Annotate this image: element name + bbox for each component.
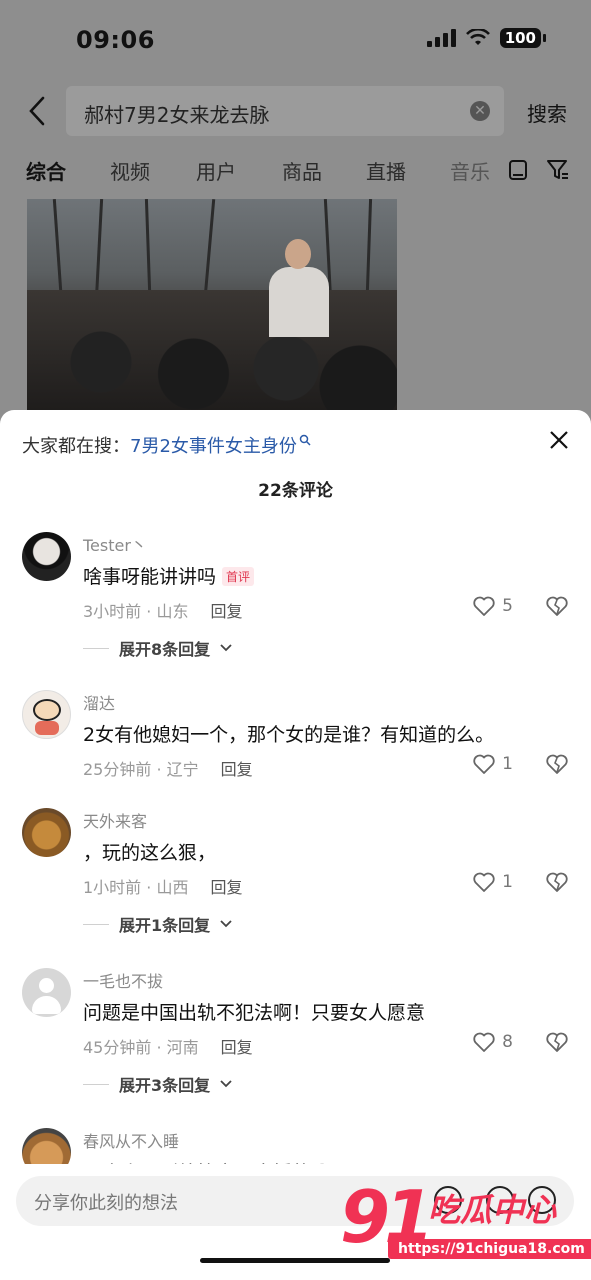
comment-text: 问题是中国出轨不犯法啊！只要女人愿意 <box>83 1002 426 1024</box>
wifi-icon <box>465 29 490 45</box>
heart-icon <box>473 872 495 892</box>
comment-author[interactable]: 溜达 <box>83 690 115 714</box>
comment-time-location: 25分钟前 · 辽宁 <box>83 760 199 779</box>
like-count: 8 <box>502 1032 513 1052</box>
close-button[interactable] <box>549 424 569 457</box>
watermark-logo: 91 吃瓜中心 https://91chigua18.com <box>340 1175 591 1265</box>
first-comment-badge: 首评 <box>222 567 255 586</box>
like-button[interactable]: 1 <box>472 752 513 776</box>
chevron-down-icon <box>220 644 232 652</box>
like-count: 5 <box>502 596 513 616</box>
comment-meta: 25分钟前 · 辽宁 回复 <box>83 756 253 780</box>
expand-replies-label: 展开8条回复 <box>119 640 211 659</box>
search-suggestion: 大家都在搜：7男2女事件女主身份 <box>22 432 311 458</box>
expand-replies-button[interactable]: 展开3条回复 <box>83 1072 232 1096</box>
comment-count: 22条评论 <box>258 481 333 501</box>
like-count: 1 <box>502 754 513 774</box>
search-query: 郝村7男2女来龙去脉 <box>84 103 270 127</box>
reply-button[interactable]: 回复 <box>221 760 253 779</box>
tab-all[interactable]: 综合 <box>26 156 66 185</box>
avatar[interactable] <box>22 968 71 1017</box>
comment-time-location: 1小时前 · 山西 <box>83 878 189 897</box>
search-input[interactable]: 郝村7男2女来龙去脉 ✕ <box>66 86 504 136</box>
status-icons: 100 <box>426 28 547 48</box>
avatar[interactable] <box>22 690 71 739</box>
input-placeholder: 分享你此刻的想法 <box>34 1193 178 1214</box>
avatar[interactable] <box>22 532 71 581</box>
filter-icon[interactable] <box>546 158 570 182</box>
comment-meta: 3小时前 · 山东 回复 <box>83 598 242 622</box>
window-icon[interactable] <box>508 158 528 182</box>
comment-author[interactable]: 天外来客 <box>83 808 147 832</box>
like-button[interactable]: 1 <box>472 870 513 894</box>
chevron-left-icon <box>29 96 45 126</box>
signal-icon <box>426 29 456 47</box>
home-indicator <box>200 1258 390 1263</box>
back-button[interactable] <box>22 92 52 130</box>
status-bar: 09:06 100 <box>0 0 591 80</box>
comment-meta: 1小时前 · 山西 回复 <box>83 874 242 898</box>
suggestion-link[interactable]: 7男2女事件女主身份 <box>130 436 297 457</box>
clear-icon[interactable]: ✕ <box>470 101 490 121</box>
watermark-url: https://91chigua18.com <box>388 1239 591 1259</box>
comment-text: 2女有他媳妇一个，那个女的是谁？有知道的么。 <box>83 724 495 746</box>
avatar[interactable] <box>22 808 71 857</box>
like-button[interactable]: 8 <box>472 1030 513 1054</box>
reply-button[interactable]: 回复 <box>210 878 242 897</box>
search-row: 郝村7男2女来龙去脉 ✕ 搜索 <box>0 86 591 136</box>
expand-replies-button[interactable]: 展开1条回复 <box>83 912 232 936</box>
like-count: 1 <box>502 872 513 892</box>
comment-time-location: 45分钟前 · 河南 <box>83 1038 199 1057</box>
dislike-icon[interactable] <box>545 594 569 618</box>
search-icon <box>299 434 311 446</box>
video-thumbnail[interactable] <box>27 199 397 410</box>
dislike-icon[interactable] <box>545 870 569 894</box>
chevron-down-icon <box>220 920 232 928</box>
chevron-down-icon <box>220 1080 232 1088</box>
search-button[interactable]: 搜索 <box>527 98 567 127</box>
expand-replies-button[interactable]: 展开8条回复 <box>83 636 232 660</box>
tab-users[interactable]: 用户 <box>196 156 236 185</box>
comments-sheet: 大家都在搜：7男2女事件女主身份 22条评论 Tester丶 啥事呀能讲讲吗 首评… <box>0 410 591 1280</box>
status-time: 09:06 <box>76 26 155 54</box>
watermark-title: 吃瓜中心 <box>428 1191 557 1229</box>
comment-meta: 45分钟前 · 河南 回复 <box>83 1034 253 1058</box>
comment-author[interactable]: 一毛也不拔 <box>83 968 163 992</box>
expand-replies-label: 展开1条回复 <box>119 916 211 935</box>
comment-text: ，玩的这么狠， <box>83 842 217 864</box>
tab-bar: 综合 视频 用户 商品 直播 音乐 <box>0 156 591 192</box>
heart-icon <box>473 1032 495 1052</box>
battery-icon: 100 <box>499 28 547 48</box>
comment-body: 啥事呀能讲讲吗 <box>83 566 217 588</box>
comment-author[interactable]: Tester丶 <box>83 532 147 556</box>
reply-button[interactable]: 回复 <box>210 602 242 621</box>
expand-replies-label: 展开3条回复 <box>119 1076 211 1095</box>
tab-live[interactable]: 直播 <box>366 156 406 185</box>
heart-icon <box>473 754 495 774</box>
reply-button[interactable]: 回复 <box>221 1038 253 1057</box>
close-icon <box>550 431 568 449</box>
heart-icon <box>473 596 495 616</box>
like-button[interactable]: 5 <box>472 594 513 618</box>
comment-time-location: 3小时前 · 山东 <box>83 602 189 621</box>
comment-text: 啥事呀能讲讲吗 首评 <box>83 562 255 589</box>
comment-author[interactable]: 春风从不入睡 <box>83 1128 179 1152</box>
suggestion-prefix: 大家都在搜： <box>22 436 130 457</box>
dislike-icon[interactable] <box>545 752 569 776</box>
tab-music[interactable]: 音乐 <box>450 156 490 185</box>
dislike-icon[interactable] <box>545 1030 569 1054</box>
tab-video[interactable]: 视频 <box>110 156 150 185</box>
tab-products[interactable]: 商品 <box>282 156 322 185</box>
